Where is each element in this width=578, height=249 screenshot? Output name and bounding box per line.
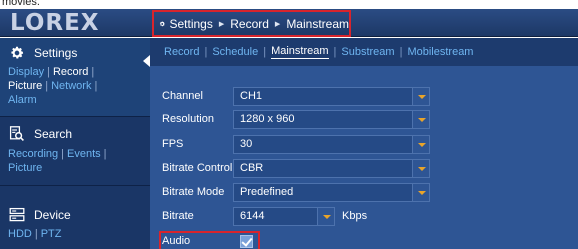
resolution-row: Resolution 1280 x 960 <box>150 109 578 130</box>
sidebar-device-section: Device HDD | PTZ <box>0 205 150 241</box>
resolution-select[interactable]: 1280 x 960 <box>233 110 430 129</box>
channel-row: Channel CH1 <box>150 86 578 107</box>
audio-checkbox[interactable] <box>240 235 253 248</box>
chevron-down-icon[interactable] <box>412 184 429 201</box>
bitrate-label: Bitrate <box>162 210 194 222</box>
tab-bar: Record | Schedule | Mainstream | Substre… <box>150 38 578 66</box>
channel-label: Channel <box>162 90 203 102</box>
sidebar-link-recording[interactable]: Recording <box>8 148 58 160</box>
sidebar-link-ptz[interactable]: PTZ <box>41 228 62 240</box>
sidebar: Settings Display | Record | Picture | Network… <box>0 38 150 249</box>
channel-value: CH1 <box>240 90 263 102</box>
bitrate-control-label: Bitrate Control <box>162 162 233 174</box>
sidebar-search-title[interactable]: Search <box>0 124 150 144</box>
tab-schedule[interactable]: Schedule <box>212 46 258 58</box>
resolution-value: 1280 x 960 <box>240 113 295 125</box>
sidebar-settings-label: Settings <box>34 46 78 60</box>
sidebar-link-alarm[interactable]: Alarm <box>8 94 37 106</box>
sidebar-link-picture[interactable]: Picture <box>8 80 42 92</box>
sidebar-search-links: Recording | Events | Picture <box>0 147 150 175</box>
fps-value: 30 <box>240 138 253 150</box>
sidebar-search-section: Search Recording | Events | Picture <box>0 124 150 175</box>
sidebar-settings-title[interactable]: Settings <box>0 43 150 63</box>
sidebar-link-record[interactable]: Record <box>53 66 88 78</box>
chevron-down-icon[interactable] <box>412 111 429 128</box>
link-separator: | <box>34 228 38 240</box>
bitrate-control-select[interactable]: CBR <box>233 159 430 178</box>
gear-icon <box>11 46 24 59</box>
main-panel: Record | Schedule | Mainstream | Substre… <box>150 38 578 249</box>
tab-separator: | <box>263 46 267 58</box>
sidebar-divider <box>0 185 150 186</box>
tab-substream[interactable]: Substream <box>341 46 394 58</box>
lorex-logo: LOREX <box>10 10 100 36</box>
tab-mobilestream[interactable]: Mobilestream <box>407 46 473 58</box>
bitrate-mode-value: Predefined <box>240 186 294 198</box>
bitrate-control-value: CBR <box>240 162 264 174</box>
chevron-down-icon[interactable] <box>412 88 429 105</box>
search-icon <box>9 126 24 141</box>
bitrate-value: 6144 <box>240 210 265 222</box>
sidebar-device-label: Device <box>34 208 71 222</box>
bitrate-mode-label: Bitrate Mode <box>162 186 225 198</box>
breadcrumb-settings[interactable]: Settings <box>169 17 212 31</box>
sidebar-settings-section: Settings Display | Record | Picture | Network… <box>0 38 150 116</box>
tab-record[interactable]: Record <box>164 46 199 58</box>
bitrate-control-row: Bitrate Control CBR <box>150 158 578 179</box>
top-header: LOREX Settings ▶ Record ▶ Mainstream <box>0 9 578 37</box>
fps-select[interactable]: 30 <box>233 135 430 154</box>
gear-icon <box>159 20 165 26</box>
breadcrumb-mainstream: Mainstream <box>286 16 349 31</box>
channel-select[interactable]: CH1 <box>233 87 430 106</box>
bitrate-select[interactable]: 6144 <box>233 207 335 226</box>
fps-row: FPS 30 <box>150 134 578 155</box>
breadcrumb-record[interactable]: Record <box>230 17 269 31</box>
sidebar-device-links: HDD | PTZ <box>0 227 150 241</box>
chevron-down-icon[interactable] <box>317 208 334 225</box>
caption-text: movies. <box>2 0 40 8</box>
sidebar-settings-links: Display | Record | Picture | Network | Alarm <box>0 65 150 107</box>
collapse-arrow-icon[interactable] <box>143 55 150 67</box>
link-separator: | <box>94 80 98 92</box>
sidebar-divider <box>0 116 150 117</box>
bitrate-mode-select[interactable]: Predefined <box>233 183 430 202</box>
sidebar-search-label: Search <box>34 127 73 141</box>
link-separator: | <box>91 66 95 78</box>
tab-separator: | <box>204 46 208 58</box>
bitrate-mode-row: Bitrate Mode Predefined <box>150 182 578 203</box>
bitrate-unit: Kbps <box>342 210 368 222</box>
audio-label: Audio <box>162 235 191 247</box>
resolution-label: Resolution <box>162 113 214 125</box>
tab-separator: | <box>333 46 337 58</box>
link-separator: | <box>45 80 49 92</box>
tab-separator: | <box>399 46 403 58</box>
sidebar-device-title[interactable]: Device <box>0 205 150 225</box>
chevron-down-icon[interactable] <box>412 136 429 153</box>
sidebar-link-hdd[interactable]: HDD <box>8 228 32 240</box>
chevron-down-icon[interactable] <box>412 160 429 177</box>
audio-row: Audio <box>150 231 578 249</box>
bitrate-row: Bitrate 6144 Kbps <box>150 206 578 227</box>
link-separator: | <box>103 148 107 160</box>
breadcrumb-arrow-icon: ▶ <box>274 20 281 28</box>
sidebar-link-network[interactable]: Network <box>51 80 91 92</box>
link-separator: | <box>61 148 64 160</box>
tab-mainstream[interactable]: Mainstream <box>271 45 329 59</box>
sidebar-link-picture[interactable]: Picture <box>8 162 42 174</box>
breadcrumb: Settings ▶ Record ▶ Mainstream <box>152 10 351 37</box>
sidebar-link-display[interactable]: Display <box>8 66 44 78</box>
sidebar-link-events[interactable]: Events <box>67 148 101 160</box>
breadcrumb-arrow-icon: ▶ <box>218 20 225 28</box>
fps-label: FPS <box>162 138 184 150</box>
device-icon <box>9 207 25 222</box>
link-separator: | <box>47 66 50 78</box>
